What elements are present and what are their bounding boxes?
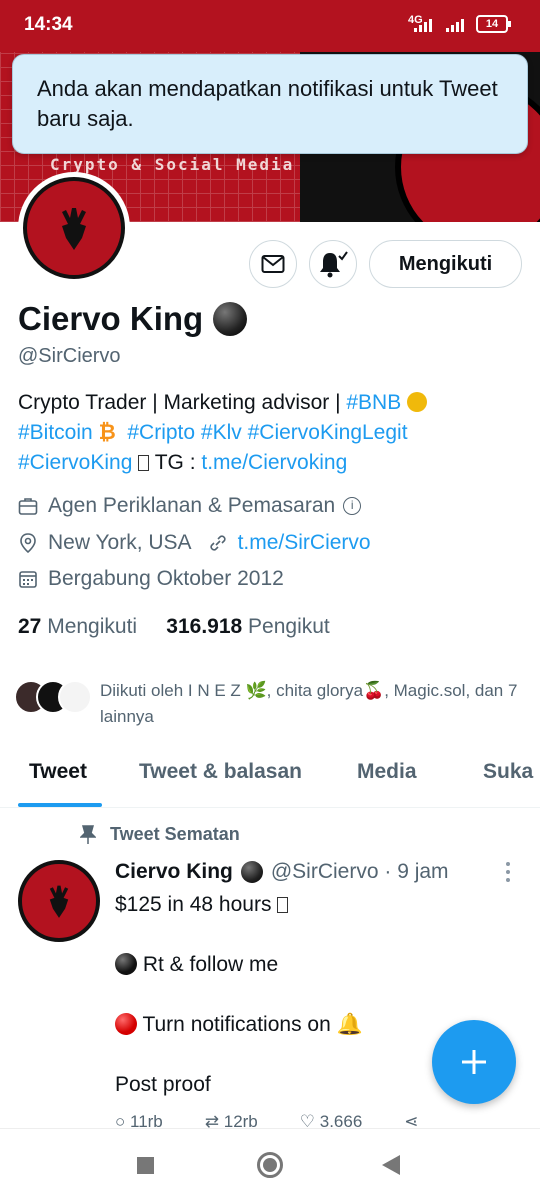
plus-icon [462,1050,486,1074]
tweet-line-4: Post proof [115,1073,211,1096]
red-circle-emoji [115,1013,137,1035]
followers-count-link[interactable]: 316.918 Pengikut [166,615,330,638]
profile-joined-row: Bergabung Oktober 2012 [18,567,284,591]
black-circle-emoji [213,302,248,336]
hashtag-link[interactable]: #CiervoKingLegit [248,421,408,444]
bitcoin-icon: ₿ [98,421,116,444]
deer-logo-icon [23,177,125,279]
hashtag-link[interactable]: #Bitcoin [18,421,93,444]
followers-count: 316.918 [166,615,243,638]
joined-text: Bergabung Oktober 2012 [48,567,284,590]
info-icon[interactable]: i [343,497,362,515]
tweet-line-3: Turn notifications on 🔔 [137,1013,363,1036]
banner-text: Crypto & Social Media [50,155,295,174]
profile-location-row: New York, USA t.me/SirCiervo [18,531,371,555]
following-button[interactable]: Mengikuti [369,240,522,288]
profile-handle: @SirCiervo [18,345,121,367]
following-count-link[interactable]: 27 Mengikuti [18,615,137,638]
battery-icon: 14 [476,15,511,33]
missing-glyph-icon [277,897,289,913]
hashtag-link[interactable]: #Klv [201,421,242,444]
tweet-line-1: $125 in 48 hours [115,893,278,916]
tweet-avatar[interactable] [18,860,100,942]
signal-icon [414,18,432,32]
profile-name: Ciervo King [18,300,248,338]
compose-tweet-button[interactable] [432,1020,516,1104]
signal-icon [446,18,464,32]
notification-toast[interactable]: Anda akan mendapatkan notifikasi untuk T… [12,54,528,154]
status-bar: 14:34 4G 14 [0,0,540,52]
notification-button[interactable] [309,240,357,288]
profile-name-text: Ciervo King [18,300,204,337]
recents-button[interactable] [137,1157,154,1174]
tweet-header: Ciervo King @SirCiervo · 9 jam [115,860,449,884]
deer-logo-icon [49,885,69,918]
message-button[interactable] [249,240,297,288]
profile-bio: Crypto Trader | Marketing advisor | #BNB… [18,388,528,478]
profile-category: Agen Periklanan & Pemasaran i [18,494,362,518]
tab-media[interactable]: Media [357,760,417,784]
status-time: 14:34 [24,14,73,35]
category-text: Agen Periklanan & Pemasaran [48,494,336,517]
missing-glyph-icon [138,455,150,471]
profile-avatar[interactable] [18,172,130,284]
android-nav-bar [0,1128,540,1200]
briefcase-icon [18,498,38,515]
hashtag-link[interactable]: #BNB [346,391,401,414]
back-button[interactable] [382,1155,400,1175]
pinned-label: Tweet Sematan [80,824,240,845]
follow-counts: 27 Mengikuti 316.918 Pengikut [18,615,330,639]
followed-by-text: Diikuti oleh I N E Z 🌿, chita glorya🍒, M… [100,681,518,726]
tweet-author[interactable]: Ciervo King [115,860,233,884]
pin-icon [80,824,96,844]
calendar-icon [19,571,37,588]
following-count: 27 [18,615,42,638]
more-options-icon[interactable] [506,862,510,882]
tweet-handle-time: @SirCiervo · 9 jam [270,860,449,883]
followers-label: Pengikut [248,615,330,638]
tab-tweet-replies[interactable]: Tweet & balasan [139,760,302,784]
tg-label: TG : [149,451,202,474]
mutual-avatars [14,680,92,730]
envelope-icon [261,255,285,273]
location-text: New York, USA [48,531,192,554]
home-button[interactable] [257,1152,283,1178]
black-circle-emoji [115,953,137,975]
profile-tabs: Tweet Tweet & balasan Media Suka [0,740,540,808]
black-circle-emoji [240,861,263,883]
bnb-icon [407,392,428,412]
active-tab-indicator [18,803,102,807]
tab-tweet[interactable]: Tweet [29,760,87,784]
link-icon [209,535,226,551]
following-label: Mengikuti [47,615,138,638]
avatar [58,680,92,714]
followed-by-row[interactable]: Diikuti oleh I N E Z 🌿, chita glorya🍒, M… [14,678,534,730]
tweet-line-2: Rt & follow me [137,953,279,976]
tab-likes[interactable]: Suka [483,760,533,784]
pinned-text: Tweet Sematan [110,824,240,844]
hashtag-link[interactable]: #Cripto [127,421,195,444]
bio-text: Crypto Trader | Marketing advisor | [18,391,347,414]
location-pin-icon [20,533,36,554]
website-link[interactable]: t.me/SirCiervo [238,531,371,555]
bell-check-icon [320,251,348,278]
telegram-link[interactable]: t.me/Ciervoking [201,451,347,474]
hashtag-link[interactable]: #CiervoKing [18,451,132,474]
